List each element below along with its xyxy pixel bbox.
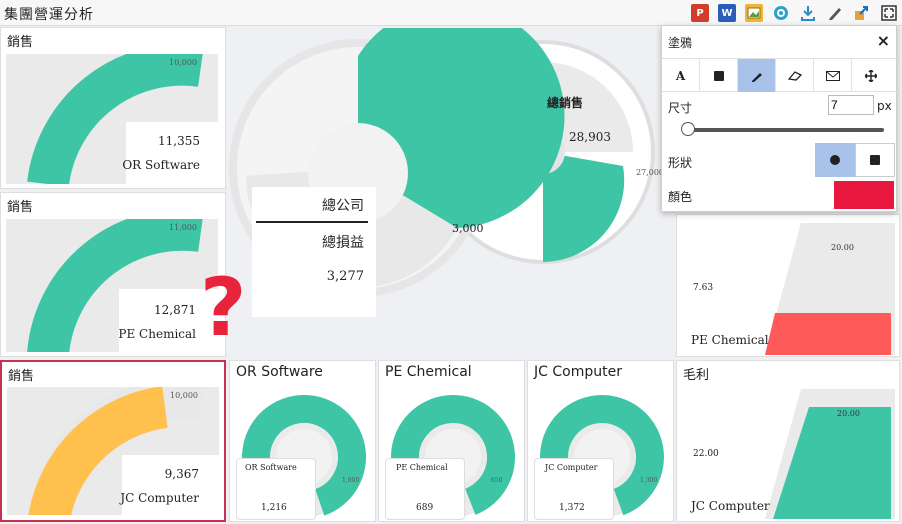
size-label: 尺寸	[668, 101, 693, 115]
margin-target: 20.00	[831, 243, 854, 252]
gauge-label: JC Computer	[120, 491, 199, 505]
jc-sales-gauge-panel[interactable]: 銷售 10,000 9,367 JC Computer	[0, 360, 226, 522]
donut-value: 689	[416, 503, 434, 513]
profit-label: 總損益	[322, 235, 364, 251]
tool-row: A	[662, 59, 898, 92]
pen-icon[interactable]	[826, 4, 844, 22]
donut-label-box: PE Chemical 689	[385, 458, 465, 520]
panel-title: JC Computer	[534, 364, 622, 380]
shape-label: 形狀	[668, 156, 693, 170]
drawing-panel: 塗鴉 × A 尺寸 px 形狀 顏色	[661, 25, 898, 212]
donut-label: JC Computer	[545, 463, 598, 472]
donut-target: 1,000	[342, 477, 360, 484]
size-input[interactable]	[828, 95, 874, 115]
fullscreen-icon[interactable]	[880, 4, 898, 22]
margin-target: 20.00	[837, 409, 860, 418]
close-icon[interactable]: ×	[877, 31, 890, 50]
gauge-label: PE Chemical	[118, 327, 196, 341]
move-tool-icon[interactable]	[852, 59, 890, 92]
panel-title: 銷售	[7, 200, 34, 215]
donut-value: 1,372	[559, 503, 585, 513]
download-icon[interactable]	[799, 4, 817, 22]
gauge-max: 10,000	[169, 58, 197, 67]
drawing-panel-header: 塗鴉 ×	[662, 26, 898, 59]
profit-value: 3,277	[326, 269, 364, 284]
gauge-max: 10,000	[170, 391, 198, 400]
panel-title: 毛利	[683, 368, 710, 383]
panel-title: 銷售	[8, 369, 35, 384]
sales-value: 28,903	[569, 130, 611, 144]
gauge-label: OR Software	[122, 158, 200, 172]
square-shape-button[interactable]	[855, 143, 895, 177]
gauge-box: 10,000 11,355 OR Software	[6, 54, 218, 184]
size-unit: px	[877, 99, 892, 113]
size-slider-handle[interactable]	[681, 122, 695, 136]
gauge-value: 11,355	[158, 134, 200, 148]
pen-tool-icon[interactable]	[738, 59, 776, 92]
jc-donut-panel: JC Computer JC Computer 1,372 1,300	[527, 360, 674, 522]
donut-label: OR Software	[245, 463, 297, 472]
donut-value: 1,216	[261, 503, 287, 513]
jc-margin-panel: 毛利 20.00 22.00 JC Computer	[676, 360, 900, 522]
donut-label: PE Chemical	[396, 463, 448, 472]
panel-title: PE Chemical	[385, 364, 472, 380]
sales-label: 總銷售	[547, 96, 584, 110]
circle-shape-button[interactable]	[815, 143, 855, 177]
drawing-panel-title: 塗鴉	[668, 36, 693, 50]
gauge-value: 9,367	[164, 467, 199, 481]
margin-label: PE Chemical	[691, 333, 769, 347]
panel-title: 銷售	[7, 35, 34, 50]
sales-label-box: 總銷售 28,903	[543, 90, 635, 170]
word-icon[interactable]: W	[718, 4, 736, 22]
panel-title: OR Software	[236, 364, 323, 380]
size-slider-track[interactable]	[684, 128, 884, 132]
donut-target: 1,300	[640, 477, 658, 484]
margin-value: 7.63	[693, 283, 714, 293]
gauge-value: 12,871	[154, 303, 196, 317]
share-icon[interactable]	[853, 4, 871, 22]
eraser-tool-icon[interactable]	[776, 59, 814, 92]
color-label: 顏色	[668, 190, 693, 204]
margin-box: 20.00 7.63 PE Chemical	[681, 223, 895, 355]
powerpoint-icon[interactable]: P	[691, 4, 709, 22]
margin-label: JC Computer	[691, 499, 770, 513]
margin-bar	[765, 313, 891, 355]
company-label: 總公司	[322, 198, 364, 214]
gauge-max: 11,000	[169, 223, 197, 232]
text-tool-icon[interactable]: A	[662, 59, 700, 92]
or-sales-gauge-panel: 銷售 10,000 11,355 OR Software	[0, 27, 226, 189]
profit-label-box: 總公司 總損益 3,277	[252, 187, 376, 317]
or-donut-panel: OR Software OR Software 1,216 1,000	[229, 360, 376, 522]
rect-tool-icon[interactable]	[700, 59, 738, 92]
pe-donut-panel: PE Chemical PE Chemical 689 650	[378, 360, 525, 522]
margin-value: 22.00	[693, 449, 719, 459]
top-bar: 集團營運分析 P W	[0, 0, 902, 26]
profit-divider	[256, 221, 368, 223]
mail-tool-icon[interactable]	[814, 59, 852, 92]
color-swatch[interactable]	[834, 181, 894, 209]
app-title: 集團營運分析	[4, 7, 94, 23]
donut-label-box: OR Software 1,216	[236, 458, 316, 520]
gauge-box: 11,000 12,871 PE Chemical	[6, 219, 218, 352]
pe-margin-panel: 20.00 7.63 PE Chemical	[676, 214, 900, 357]
sales-max: 27,000	[636, 168, 664, 177]
target-icon[interactable]	[772, 4, 790, 22]
donut-label-box: JC Computer 1,372	[534, 458, 614, 520]
profit-donut-value: 3,000	[452, 222, 484, 235]
margin-box: 20.00 22.00 JC Computer	[681, 389, 895, 519]
gauge-box: 10,000 9,367 JC Computer	[7, 387, 219, 515]
pe-sales-gauge-panel: 銷售 11,000 12,871 PE Chemical	[0, 192, 226, 357]
donut-target: 650	[491, 477, 503, 484]
image-export-icon[interactable]	[745, 4, 763, 22]
question-mark-annotation: ?	[200, 261, 247, 354]
